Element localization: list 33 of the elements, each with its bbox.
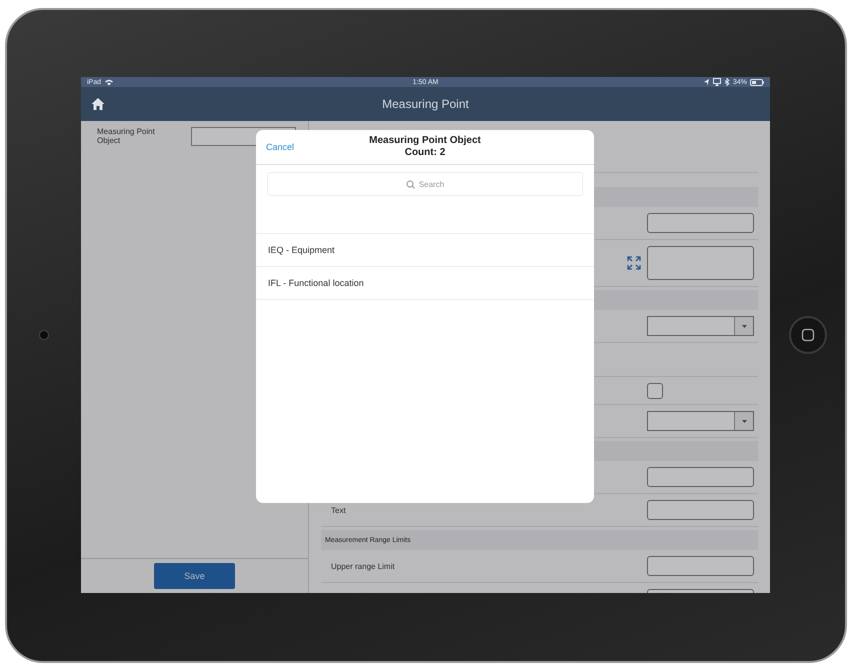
checkbox[interactable] <box>647 382 663 398</box>
bluetooth-icon <box>724 78 730 86</box>
rounded-square-icon <box>800 328 814 342</box>
field-label: Upper range Limit <box>330 562 395 570</box>
camera-icon <box>39 330 49 340</box>
input-field[interactable] <box>647 213 754 233</box>
list-item[interactable]: IEQ - Equipment <box>256 234 594 267</box>
dialog-title: Measuring Point Object <box>369 135 481 147</box>
dropdown-field[interactable] <box>647 411 754 431</box>
text-area[interactable] <box>647 246 754 280</box>
field-label: Measuring Point Object <box>97 127 156 146</box>
expand-icon[interactable] <box>627 256 641 270</box>
item-count: Count: 2 <box>404 147 446 159</box>
battery-icon <box>750 78 764 86</box>
list-item[interactable]: IFL - Functional location <box>256 267 594 300</box>
dropdown-field[interactable] <box>647 316 754 336</box>
location-icon <box>702 78 710 86</box>
wifi-icon <box>104 78 114 86</box>
home-icon[interactable] <box>91 97 105 111</box>
search-field[interactable]: Search <box>267 172 583 196</box>
input-field[interactable] <box>647 467 754 487</box>
field-label: Text <box>330 506 346 514</box>
save-button[interactable]: Save <box>154 563 235 589</box>
caret-icon <box>742 324 746 328</box>
screen-title: Measuring Point <box>382 97 469 111</box>
home-button[interactable] <box>788 316 826 354</box>
screen-icon <box>712 78 721 86</box>
search-icon <box>406 180 415 188</box>
caret-icon <box>742 420 746 422</box>
cancel-button[interactable]: Cancel <box>266 142 294 152</box>
search-placeholder: Search <box>418 180 444 188</box>
input-field[interactable] <box>647 556 754 576</box>
input-field[interactable] <box>647 500 754 520</box>
